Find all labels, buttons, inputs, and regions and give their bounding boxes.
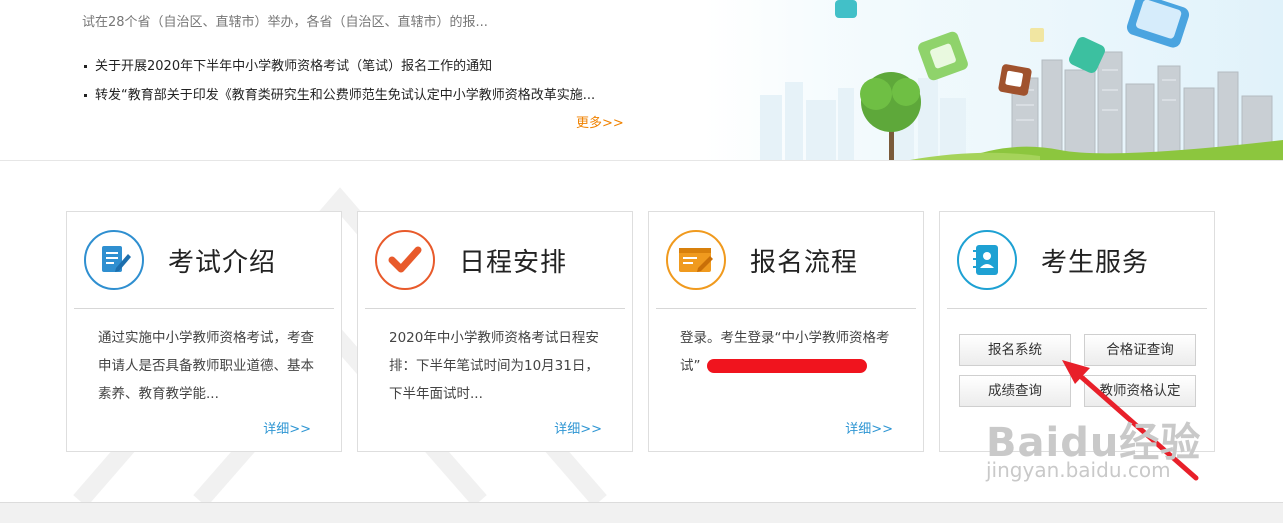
- city-illustration: [660, 0, 1283, 160]
- card-registration-process: 报名流程 登录。考生登录“中小学教师资格考试” 详细>>: [648, 211, 924, 452]
- card-title: 报名流程: [750, 248, 859, 278]
- news-link[interactable]: 转发“教育部关于印发《教育类研究生和公费师范生免试认定中小学教师资格改革实施..…: [95, 88, 595, 103]
- card-description: 通过实施中小学教师资格考试，考查申请人是否具备教师职业道德、基本素养、教育教学能…: [98, 330, 314, 402]
- checkmark-icon: [375, 230, 435, 290]
- redaction-mark: [706, 359, 867, 373]
- news-item[interactable]: 关于开展2020年下半年中小学教师资格考试（笔试）报名工作的通知: [84, 55, 492, 74]
- detail-link[interactable]: 详细>>: [554, 418, 602, 437]
- registration-system-button[interactable]: 报名系统: [959, 334, 1071, 366]
- news-link[interactable]: 关于开展2020年下半年中小学教师资格考试（笔试）报名工作的通知: [95, 59, 492, 74]
- card-header: 日程安排: [365, 212, 625, 309]
- card-title: 考试介绍: [168, 248, 277, 278]
- teacher-qualification-button[interactable]: 教师资格认定: [1084, 375, 1196, 407]
- news-item[interactable]: 转发“教育部关于印发《教育类研究生和公费师范生免试认定中小学教师资格改革实施..…: [84, 84, 595, 103]
- card-exam-intro: 考试介绍 通过实施中小学教师资格考试，考查申请人是否具备教师职业道德、基本素养、…: [66, 211, 342, 452]
- bullet-icon: [84, 65, 87, 68]
- card-description: 2020年中小学教师资格考试日程安排：下半年笔试时间为10月31日，下半年面试时…: [389, 330, 599, 402]
- bullet-icon: [84, 94, 87, 97]
- more-link[interactable]: 更多>>: [576, 112, 624, 131]
- card-schedule: 日程安排 2020年中小学教师资格考试日程安排：下半年笔试时间为10月31日，下…: [357, 211, 633, 452]
- score-query-button[interactable]: 成绩查询: [959, 375, 1071, 407]
- baidu-watermark: Baidu经验 jingyan.baidu.com: [986, 410, 1201, 482]
- exam-intro-text: 试在28个省（自治区、直辖市）举办，各省（自治区、直辖市）的报...: [82, 15, 488, 30]
- card-title: 日程安排: [459, 248, 568, 278]
- registration-form-icon: [666, 230, 726, 290]
- news-banner: 试在28个省（自治区、直辖市）举办，各省（自治区、直辖市）的报... 关于开展2…: [0, 0, 1283, 161]
- certificate-query-button[interactable]: 合格证查询: [1084, 334, 1196, 366]
- address-book-icon: [957, 230, 1017, 290]
- footer-strip: [0, 502, 1283, 523]
- watermark-url: jingyan.baidu.com: [986, 458, 1171, 482]
- detail-link[interactable]: 详细>>: [263, 418, 311, 437]
- document-edit-icon: [84, 230, 144, 290]
- card-header: 报名流程: [656, 212, 916, 309]
- card-description: 登录。考生登录“中小学教师资格考试”: [680, 324, 898, 380]
- detail-link[interactable]: 详细>>: [845, 418, 893, 437]
- card-header: 考生服务: [947, 212, 1207, 309]
- card-title: 考生服务: [1041, 248, 1150, 278]
- card-header: 考试介绍: [74, 212, 334, 309]
